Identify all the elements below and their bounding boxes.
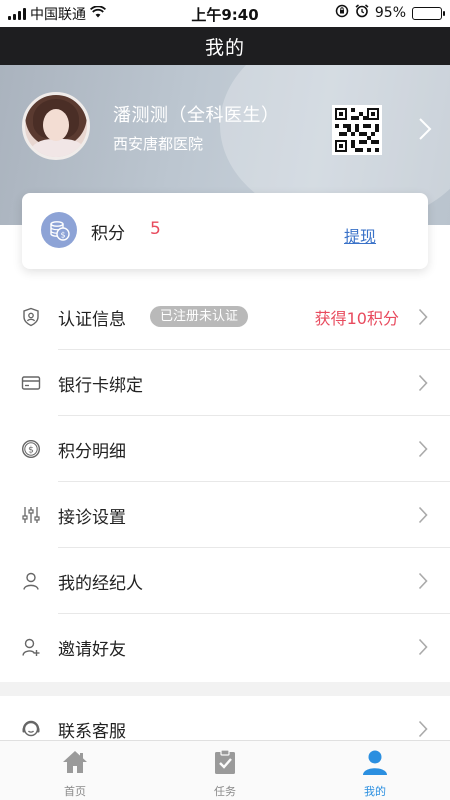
coins-icon: $: [41, 212, 77, 248]
points-card: $ 积分 5 提现: [22, 193, 428, 269]
tab-label: 任务: [214, 785, 236, 798]
nav-bar: 我的: [0, 27, 450, 65]
tab-task[interactable]: 任务: [150, 741, 300, 800]
menu-item-label: 接诊设置: [58, 508, 126, 528]
avatar[interactable]: [22, 92, 90, 160]
alarm-icon: [355, 4, 369, 22]
battery-percent: 95%: [374, 5, 406, 21]
chevron-right-icon: [418, 308, 428, 326]
chevron-right-icon: [418, 720, 428, 738]
status-bar: 中国联通 上午9:40 95%: [0, 0, 450, 27]
page-title: 我的: [204, 36, 245, 59]
svg-text:$: $: [28, 446, 34, 456]
withdraw-link[interactable]: 提现: [344, 223, 376, 247]
tab-mine[interactable]: 我的: [300, 741, 450, 800]
user-name: 潘测测（全科医生）: [113, 105, 280, 126]
sliders-icon: [21, 505, 41, 525]
tab-label: 首页: [64, 785, 86, 798]
menu-item-label: 积分明细: [58, 442, 126, 462]
lock-rotation-icon: [335, 4, 349, 22]
credit-card-icon: [21, 373, 41, 393]
shield-user-icon: [21, 307, 41, 327]
add-person-icon: [21, 637, 41, 657]
menu-item-label: 邀请好友: [58, 640, 126, 660]
status-right: 95%: [335, 4, 445, 22]
home-icon: [61, 748, 89, 776]
chevron-right-icon: [418, 374, 428, 392]
tab-label: 我的: [364, 785, 386, 798]
dollar-circle-icon: $: [21, 439, 41, 459]
user-hospital: 西安唐都医院: [113, 135, 204, 153]
qr-code-icon[interactable]: [332, 105, 382, 155]
chevron-right-icon: [418, 506, 428, 524]
menu-item-consult-settings[interactable]: 接诊设置: [0, 482, 450, 548]
menu-item-certification[interactable]: 认证信息 已注册未认证 获得10积分: [0, 284, 450, 350]
person-icon: [21, 571, 41, 591]
menu-item-label: 联系客服: [58, 722, 126, 742]
status-badge: 已注册未认证: [150, 306, 249, 327]
menu-item-invite-friends[interactable]: 邀请好友: [0, 614, 450, 680]
menu-item-label: 银行卡绑定: [58, 376, 143, 396]
menu-item-label: 认证信息: [58, 310, 126, 330]
user-icon: [361, 748, 389, 776]
menu-item-points-detail[interactable]: $ 积分明细: [0, 416, 450, 482]
menu-item-my-agent[interactable]: 我的经纪人: [0, 548, 450, 614]
points-value: 5: [150, 219, 161, 239]
points-label: 积分: [91, 224, 125, 244]
chevron-right-icon: [418, 572, 428, 590]
tab-bar: 首页 任务 我的: [0, 740, 450, 800]
svg-text:$: $: [60, 231, 65, 240]
reward-text: 获得10积分: [314, 309, 399, 328]
chevron-right-icon: [418, 440, 428, 458]
menu-item-bank-card[interactable]: 银行卡绑定: [0, 350, 450, 416]
menu-item-label: 我的经纪人: [58, 574, 143, 594]
clipboard-check-icon: [211, 748, 239, 776]
chevron-right-icon: [418, 638, 428, 656]
headset-icon: [21, 719, 41, 739]
section-separator: [0, 682, 450, 696]
tab-home[interactable]: 首页: [0, 741, 150, 800]
profile-chevron-right-icon[interactable]: [418, 117, 432, 141]
battery-icon: [412, 6, 445, 20]
